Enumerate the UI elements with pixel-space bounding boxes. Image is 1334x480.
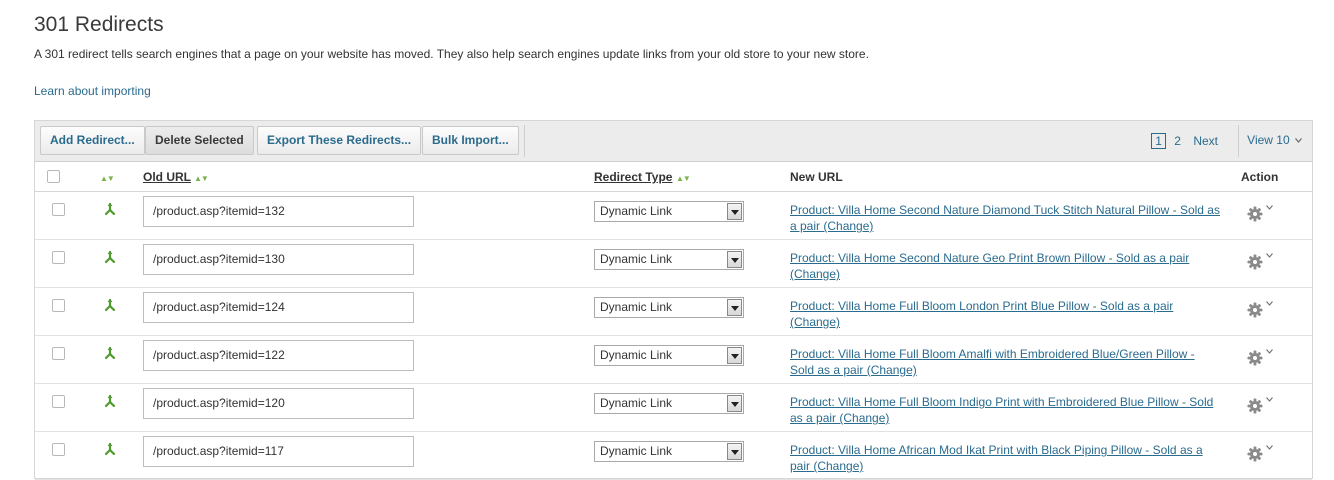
page-2-link[interactable]: 2 [1174, 134, 1181, 148]
gear-icon[interactable] [1247, 206, 1263, 222]
table-row: /product.asp?itemid=130 Dynamic Link Pro… [35, 240, 1312, 288]
chevron-down-icon[interactable] [1266, 349, 1273, 354]
add-redirect-button[interactable]: Add Redirect... [40, 126, 145, 155]
redirect-branch-icon[interactable] [103, 346, 117, 360]
chevron-down-icon [1295, 138, 1302, 143]
next-page-link[interactable]: Next [1193, 134, 1218, 148]
dropdown-arrow-icon [727, 395, 742, 412]
view-count-select[interactable]: View 10 [1247, 133, 1302, 147]
new-url-link[interactable]: Product: Villa Home African Mod Ikat Pri… [790, 442, 1220, 474]
old-url-input[interactable]: /product.asp?itemid=120 [143, 388, 414, 419]
dropdown-arrow-icon [727, 347, 742, 364]
chevron-down-icon[interactable] [1266, 445, 1273, 450]
chevron-down-icon[interactable] [1266, 397, 1273, 402]
sort-order-control[interactable]: ▲▼ [97, 171, 115, 185]
new-url-link[interactable]: Product: Villa Home Full Bloom Amalfi wi… [790, 346, 1220, 378]
redirect-type-select[interactable]: Dynamic Link [594, 441, 744, 462]
old-url-header[interactable]: Old URL [143, 170, 191, 184]
redirect-branch-icon[interactable] [103, 442, 117, 456]
gear-icon[interactable] [1247, 302, 1263, 318]
redirect-type-header[interactable]: Redirect Type [594, 170, 672, 184]
page-1-link[interactable]: 1 [1151, 133, 1166, 149]
old-url-input[interactable]: /product.asp?itemid=122 [143, 340, 414, 371]
toolbar: Add Redirect... Delete Selected Export T… [35, 121, 1312, 162]
row-checkbox[interactable] [52, 203, 65, 216]
export-redirects-button[interactable]: Export These Redirects... [257, 126, 422, 155]
table-row: /product.asp?itemid=124 Dynamic Link Pro… [35, 288, 1312, 336]
redirect-type-select[interactable]: Dynamic Link [594, 249, 744, 270]
view-count-label: View 10 [1247, 133, 1290, 147]
bulk-import-button[interactable]: Bulk Import... [422, 126, 519, 155]
redirects-panel: Add Redirect... Delete Selected Export T… [34, 120, 1313, 480]
delete-selected-button[interactable]: Delete Selected [145, 126, 254, 155]
dropdown-arrow-icon [727, 251, 742, 268]
row-checkbox[interactable] [52, 443, 65, 456]
old-url-input[interactable]: /product.asp?itemid=124 [143, 292, 414, 323]
redirect-branch-icon[interactable] [103, 298, 117, 312]
dropdown-arrow-icon [727, 299, 742, 316]
redirect-type-select[interactable]: Dynamic Link [594, 393, 744, 414]
row-checkbox[interactable] [52, 395, 65, 408]
select-all-checkbox[interactable] [47, 170, 60, 183]
row-checkbox[interactable] [52, 347, 65, 360]
redirect-type-select[interactable]: Dynamic Link [594, 297, 744, 318]
new-url-link[interactable]: Product: Villa Home Second Nature Geo Pr… [790, 250, 1220, 282]
new-url-link[interactable]: Product: Villa Home Full Bloom London Pr… [790, 298, 1220, 330]
old-url-input[interactable]: /product.asp?itemid=130 [143, 244, 414, 275]
redirect-branch-icon[interactable] [103, 394, 117, 408]
sort-arrows-icon: ▲▼ [100, 174, 115, 183]
redirect-branch-icon[interactable] [103, 250, 117, 264]
new-url-link[interactable]: Product: Villa Home Full Bloom Indigo Pr… [790, 394, 1220, 426]
chevron-down-icon[interactable] [1266, 205, 1273, 210]
chevron-down-icon[interactable] [1266, 301, 1273, 306]
row-checkbox[interactable] [52, 251, 65, 264]
dropdown-arrow-icon [727, 203, 742, 220]
page-title: 301 Redirects [34, 13, 164, 36]
table-row: /product.asp?itemid=122 Dynamic Link Pro… [35, 336, 1312, 384]
dropdown-arrow-icon [727, 443, 742, 460]
action-header: Action [1241, 170, 1279, 184]
table-row: /product.asp?itemid=132 Dynamic Link Pro… [35, 192, 1312, 240]
gear-icon[interactable] [1247, 254, 1263, 270]
old-url-input[interactable]: /product.asp?itemid=117 [143, 436, 414, 467]
old-url-input[interactable]: /product.asp?itemid=132 [143, 196, 414, 227]
chevron-down-icon[interactable] [1266, 253, 1273, 258]
intro-text: A 301 redirect tells search engines that… [34, 47, 869, 61]
pager-divider [1238, 125, 1239, 157]
old-url-sort-icon[interactable]: ▲▼ [191, 171, 209, 185]
new-url-header: New URL [790, 170, 843, 184]
pagination: 1 2 Next [1146, 133, 1218, 149]
gear-icon[interactable] [1247, 446, 1263, 462]
new-url-link[interactable]: Product: Villa Home Second Nature Diamon… [790, 202, 1220, 234]
redirect-type-select[interactable]: Dynamic Link [594, 345, 744, 366]
redirect-type-sort-icon[interactable]: ▲▼ [673, 171, 691, 185]
old-url-header-label: Old URL [143, 170, 191, 184]
table-header: ▲▼ Old URL ▲▼ Redirect Type ▲▼ New URL A… [35, 162, 1312, 192]
row-checkbox[interactable] [52, 299, 65, 312]
toolbar-divider [524, 125, 525, 157]
table-row: /product.asp?itemid=120 Dynamic Link Pro… [35, 384, 1312, 432]
learn-about-importing-link[interactable]: Learn about importing [34, 84, 151, 98]
gear-icon[interactable] [1247, 398, 1263, 414]
redirect-type-header-label: Redirect Type [594, 170, 673, 184]
redirect-branch-icon[interactable] [103, 202, 117, 216]
redirect-type-select[interactable]: Dynamic Link [594, 201, 744, 222]
gear-icon[interactable] [1247, 350, 1263, 366]
table-row: /product.asp?itemid=117 Dynamic Link Pro… [35, 432, 1312, 480]
